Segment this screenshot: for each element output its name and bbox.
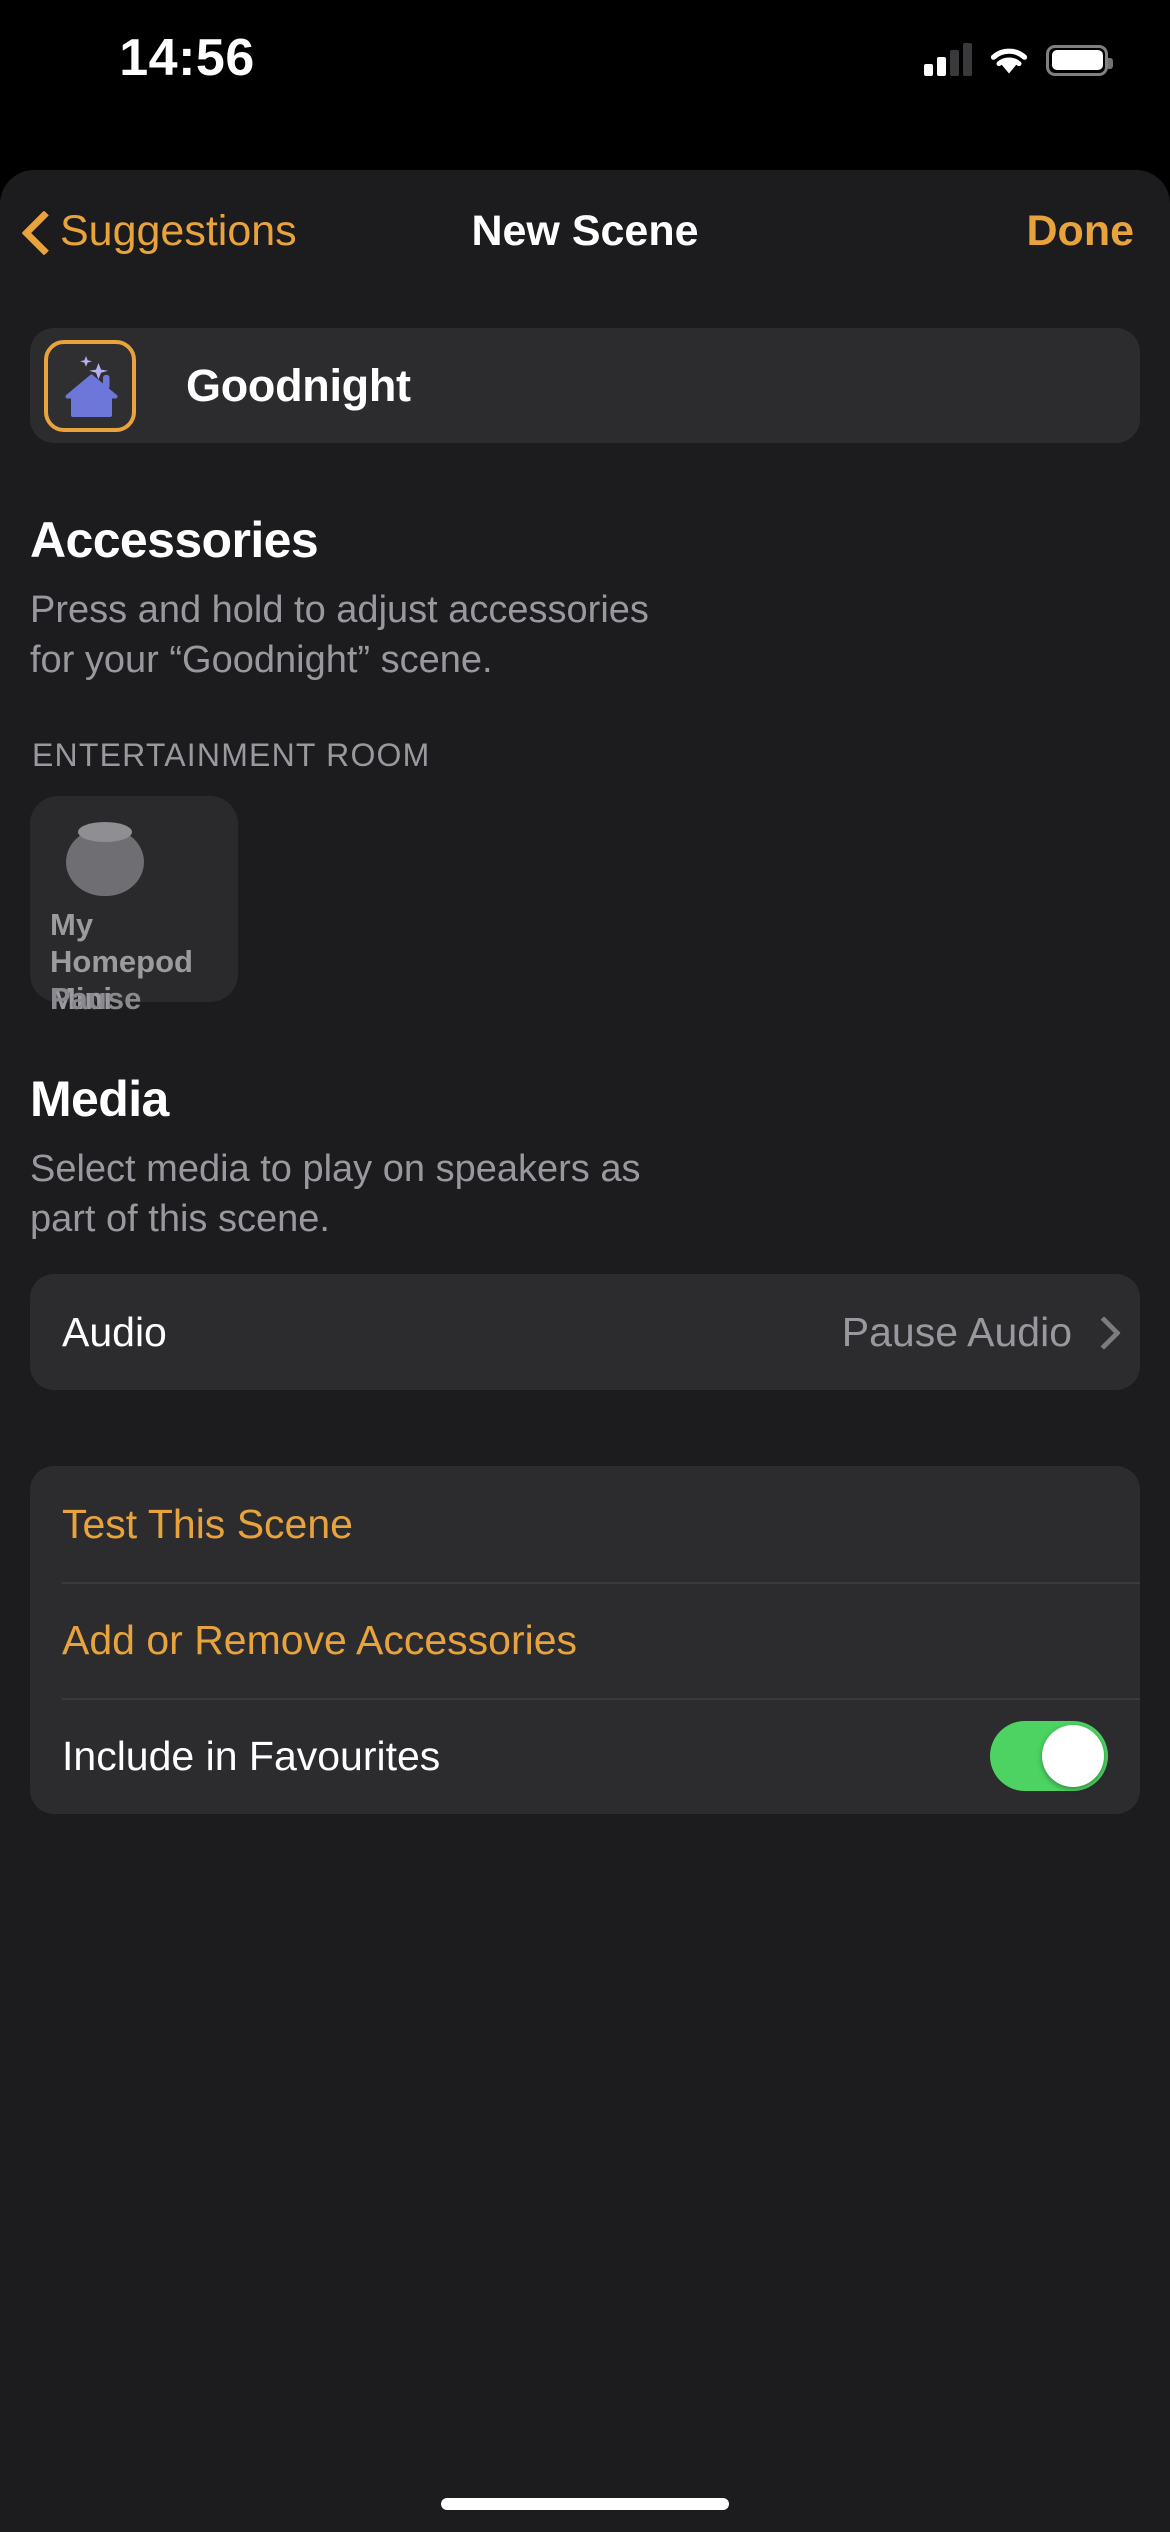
chevron-left-icon xyxy=(24,212,46,250)
battery-icon xyxy=(1046,44,1113,76)
scene-actions-list: Test This Scene Add or Remove Accessorie… xyxy=(30,1466,1140,1814)
back-button-label: Suggestions xyxy=(60,206,297,255)
test-scene-row[interactable]: Test This Scene xyxy=(30,1466,1140,1582)
homepod-mini-icon xyxy=(66,818,144,896)
accessory-tile-list: My Homepod Mini Pause xyxy=(30,796,1170,1016)
scene-icon-button[interactable] xyxy=(44,339,136,432)
wifi-icon xyxy=(988,44,1030,76)
media-section-title: Media xyxy=(30,1071,169,1127)
status-bar: 14:56 xyxy=(0,0,1170,170)
accessories-section-description: Press and hold to adjust accessories for… xyxy=(30,589,649,681)
room-group-label: ENTERTAINMENT ROOM xyxy=(32,737,431,773)
scene-name-label: Goodnight xyxy=(186,359,411,411)
back-button[interactable]: Suggestions xyxy=(24,170,297,292)
home-indicator[interactable] xyxy=(441,2498,729,2510)
audio-row-value: Pause Audio xyxy=(841,1308,1072,1355)
status-bar-indicators xyxy=(924,40,1113,80)
audio-row-value-group: Pause Audio xyxy=(842,1309,1108,1356)
moon-stars-house-icon xyxy=(64,355,118,417)
done-button[interactable]: Done xyxy=(1027,170,1135,292)
add-remove-accessories-label: Add or Remove Accessories xyxy=(62,1616,578,1663)
scene-editor-sheet: Suggestions New Scene Done Goodnight Acc… xyxy=(0,170,1170,2532)
iphone-screen: 14:56 Suggestions New Scene Done Goodnig… xyxy=(0,0,1170,2532)
test-scene-label: Test This Scene xyxy=(62,1500,353,1547)
audio-row[interactable]: Audio Pause Audio xyxy=(30,1274,1140,1390)
navigation-bar: Suggestions New Scene Done xyxy=(0,170,1170,292)
include-in-favourites-label: Include in Favourites xyxy=(62,1732,441,1779)
chevron-right-icon xyxy=(1092,1318,1108,1346)
toggle-knob xyxy=(1042,1725,1104,1787)
accessory-tile[interactable]: My Homepod Mini Pause xyxy=(30,796,238,1016)
media-section-description: Select media to play on speakers as part… xyxy=(30,1148,641,1240)
accessories-section-title: Accessories xyxy=(30,512,319,568)
status-bar-time: 14:56 xyxy=(119,29,255,87)
include-in-favourites-row[interactable]: Include in Favourites xyxy=(30,1698,1140,1814)
add-remove-accessories-row[interactable]: Add or Remove Accessories xyxy=(30,1582,1140,1698)
scene-name-card[interactable]: Goodnight xyxy=(30,328,1140,443)
media-list: Audio Pause Audio xyxy=(30,1274,1140,1390)
accessory-state: Pause xyxy=(50,981,142,1016)
audio-row-label: Audio xyxy=(62,1308,167,1355)
include-in-favourites-toggle[interactable] xyxy=(990,1721,1108,1791)
cellular-signal-icon xyxy=(924,43,972,76)
